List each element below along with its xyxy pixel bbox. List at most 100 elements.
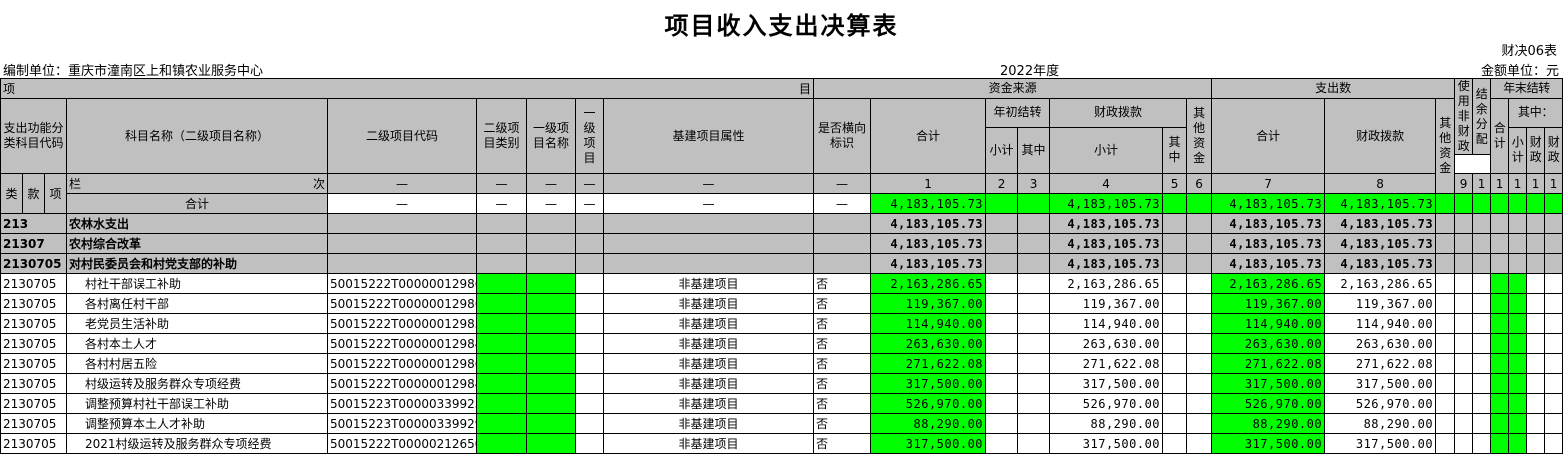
- header-carryover-begin: 年初结转: [985, 98, 1051, 128]
- row-fiscal: 88,290.00: [1049, 413, 1164, 434]
- header-l2-category: 二级项目类别: [476, 98, 528, 174]
- header-fiscal-among: 其中: [1162, 126, 1188, 174]
- row-exp-fiscal: 263,630.00: [1324, 333, 1437, 354]
- row-flag: 否: [813, 293, 872, 314]
- row-build-attr: 非基建项目: [603, 373, 815, 394]
- table-row: 2130705 各村离任村干部 50015222T000000129860 非基建项目…: [0, 293, 1563, 314]
- table-row: 2130705 老党员生活补助 50015222T000000129853 非基建项目…: [0, 313, 1563, 334]
- cell-dash: —: [526, 193, 577, 214]
- header-exp-fiscal: 财政拨款: [1324, 98, 1437, 174]
- group-row: 213 农林水支出 4,183,105.73 4,183,105.73 4,18…: [0, 213, 1563, 234]
- row-total: 263,630.00: [870, 333, 987, 354]
- cell-dash: —: [603, 193, 815, 214]
- col-num: 6: [1186, 173, 1213, 194]
- row-total: 114,940.00: [870, 313, 987, 334]
- row-exp-fiscal: 119,367.00: [1324, 293, 1437, 314]
- row-build-attr: 非基建项目: [603, 433, 815, 454]
- row-name: 各村离任村干部: [66, 293, 329, 314]
- table-row: 2130705 调整预算村社干部误工补助 50015223T000003399255…: [0, 393, 1563, 414]
- table-row: 2130705 村级运转及服务群众专项经费 50015222T00000012984…: [0, 373, 1563, 394]
- row-exp-total: 114,940.00: [1211, 313, 1326, 334]
- col-num: 1: [1472, 173, 1492, 194]
- total-amount: 4,183,105.73: [870, 193, 987, 214]
- row-exp-total: 317,500.00: [1211, 373, 1326, 394]
- row-build-attr: 非基建项目: [603, 413, 815, 434]
- group-exp-total: 4,183,105.73: [1211, 253, 1326, 274]
- row-project-code: 50015222T000000129863: [327, 353, 478, 374]
- header-fiscal-subtotal: 小计: [1049, 126, 1164, 174]
- header-surplus: 结余分配: [1472, 78, 1492, 155]
- header-l1-name: 一级项目名称: [526, 98, 577, 174]
- row-fiscal: 317,500.00: [1049, 373, 1164, 394]
- row-project-code: 50015222T000002126507: [327, 433, 478, 454]
- group-name: 农村综合改革: [66, 233, 329, 254]
- row-build-attr: 非基建项目: [603, 313, 815, 334]
- header-other-funds: 其他资金: [1186, 98, 1213, 174]
- row-flag: 否: [813, 313, 872, 334]
- cell-dash: —: [575, 193, 605, 214]
- row-flag: 否: [813, 353, 872, 374]
- row-code: 2130705: [0, 293, 68, 314]
- total-label: 合计: [66, 193, 329, 214]
- group-fiscal: 4,183,105.73: [1049, 213, 1164, 234]
- row-project-code: 50015222T000000129860: [327, 293, 478, 314]
- col-dash: —: [813, 173, 872, 194]
- row-total: 526,970.00: [870, 393, 987, 414]
- header-ye-total: 合计: [1490, 98, 1510, 174]
- header-l1-code: 一级项目: [575, 98, 605, 174]
- row-name: 2021村级运转及服务群众专项经费: [66, 433, 329, 454]
- group-row: 21307 农村综合改革 4,183,105.73 4,183,105.73 4…: [0, 233, 1563, 254]
- row-exp-fiscal: 88,290.00: [1324, 413, 1437, 434]
- group-total: 4,183,105.73: [870, 253, 987, 274]
- row-exp-fiscal: 114,940.00: [1324, 313, 1437, 334]
- header-subject-name: 科目名称（二级项目名称）: [66, 98, 329, 174]
- group-exp-fiscal: 4,183,105.73: [1324, 253, 1437, 274]
- col-num: 2: [985, 173, 1019, 194]
- group-fiscal: 4,183,105.73: [1049, 233, 1164, 254]
- row-exp-total: 2,163,286.65: [1211, 273, 1326, 294]
- row-total: 317,500.00: [870, 373, 987, 394]
- row-name: 各村村居五险: [66, 353, 329, 374]
- row-project-code: 50015222T000000129862: [327, 273, 478, 294]
- row-code: 2130705: [0, 393, 68, 414]
- row-flag: 否: [813, 413, 872, 434]
- col-dash: —: [327, 173, 478, 194]
- reporting-unit: 编制单位：重庆市潼南区上和镇农业服务中心: [3, 64, 264, 79]
- row-name: 村级运转及服务群众专项经费: [66, 373, 329, 394]
- row-exp-total: 271,622.08: [1211, 353, 1326, 374]
- header-lei: 类: [0, 173, 23, 214]
- report-table: 项 目 资金来源 支出数 使用非财政 结余分配 年末结转 支出功能分类科目代码 …: [0, 78, 1563, 454]
- row-code: 2130705: [0, 273, 68, 294]
- row-exp-fiscal: 2,163,286.65: [1324, 273, 1437, 294]
- header-yearend: 年末结转: [1490, 78, 1563, 99]
- row-name: 老党员生活补助: [66, 313, 329, 334]
- cell-dash: —: [476, 193, 528, 214]
- row-code: 2130705: [0, 413, 68, 434]
- col-num: 1: [1508, 173, 1528, 194]
- group-code: 2130705: [0, 253, 68, 274]
- row-fiscal: 2,163,286.65: [1049, 273, 1164, 294]
- col-dash: —: [526, 173, 577, 194]
- header-horizontal: 是否横向标识: [813, 98, 872, 174]
- row-fiscal: 263,630.00: [1049, 333, 1164, 354]
- header-ye-subtotal: 小计: [1508, 126, 1528, 174]
- row-code: 2130705: [0, 433, 68, 454]
- col-num: 5: [1162, 173, 1188, 194]
- cell-dash: —: [813, 193, 872, 214]
- col-num: 1: [1544, 173, 1563, 194]
- row-total: 2,163,286.65: [870, 273, 987, 294]
- header-exp-total: 合计: [1211, 98, 1326, 174]
- row-exp-total: 526,970.00: [1211, 393, 1326, 414]
- group-exp-fiscal: 4,183,105.73: [1324, 233, 1437, 254]
- header-lan-ci: 栏次: [66, 173, 329, 194]
- col-num: 8: [1324, 173, 1437, 194]
- row-project-code: 50015223T000003399295: [327, 413, 478, 434]
- group-exp-fiscal: 4,183,105.73: [1324, 213, 1437, 234]
- table-row: 2130705 村社干部误工补助 50015222T000000129862 非基建项…: [0, 273, 1563, 294]
- form-number: 财决06表: [1501, 44, 1557, 59]
- row-exp-fiscal: 271,622.08: [1324, 353, 1437, 374]
- header-project-code: 二级项目代码: [327, 98, 478, 174]
- row-total: 271,622.08: [870, 353, 987, 374]
- total-fiscal: 4,183,105.73: [1049, 193, 1164, 214]
- row-exp-total: 119,367.00: [1211, 293, 1326, 314]
